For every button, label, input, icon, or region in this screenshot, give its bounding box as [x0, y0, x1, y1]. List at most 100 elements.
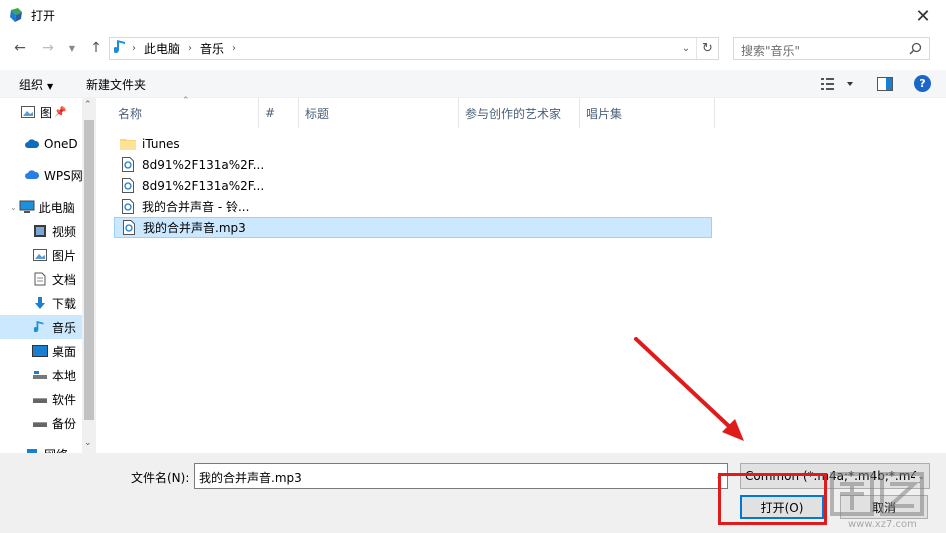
recent-locations-button[interactable]: ▼ — [62, 38, 82, 58]
drive-icon — [32, 391, 48, 407]
column-header-album[interactable]: 唱片集 — [580, 98, 715, 128]
download-icon — [32, 295, 48, 311]
audio-file-icon — [120, 178, 136, 194]
organize-button[interactable]: 组织 ▼ — [19, 76, 53, 93]
network-icon — [24, 446, 40, 453]
column-header-number[interactable]: # — [259, 98, 299, 128]
organize-label: 组织 — [19, 78, 44, 92]
file-name: 8d91%2F131a%2F... — [142, 178, 265, 193]
arrow-up-icon: ↑ — [90, 40, 102, 56]
file-row[interactable]: 8d91%2F131a%2F... — [114, 175, 712, 196]
arrow-right-icon: → — [42, 40, 54, 56]
breadcrumb-separator: › — [232, 43, 237, 54]
view-options-icon[interactable] — [820, 77, 856, 91]
sidebar-item-music[interactable]: 音乐 — [0, 315, 82, 339]
file-name: 8d91%2F131a%2F... — [142, 157, 265, 172]
scroll-up-icon[interactable]: ⌃ — [84, 100, 92, 110]
cancel-button[interactable]: 取消 — [840, 495, 928, 519]
video-icon — [32, 223, 48, 239]
file-row[interactable]: 我的合并声音 - 铃... — [114, 196, 712, 217]
sidebar-item-label: 网络 — [44, 446, 68, 454]
picture-icon — [32, 247, 48, 263]
sidebar-item-label: OneD — [44, 137, 78, 151]
window-title: 打开 — [31, 9, 56, 23]
chevron-down-icon[interactable]: ⌄ — [715, 472, 723, 482]
sidebar-item-label: WPS网 — [44, 168, 83, 183]
chevron-down-icon: ▼ — [68, 43, 76, 53]
filetype-select[interactable]: Common (*.m4a;*.m4b;*.m4p ⌄ — [740, 463, 930, 489]
sort-ascending-icon: ⌃ — [182, 96, 190, 106]
sidebar-item-label: 文档 — [52, 272, 77, 287]
sidebar-item-label: 下载 — [52, 296, 77, 311]
file-name: iTunes — [142, 136, 180, 151]
command-bar: 组织 ▼ 新建文件夹 — [0, 70, 946, 98]
chevron-down-icon: ⌄ — [915, 472, 925, 482]
desktop-icon — [32, 343, 48, 359]
sidebar-item-label: 软件 — [52, 392, 77, 407]
file-name: 我的合并声音.mp3 — [143, 221, 246, 235]
chevron-down-icon: ⌄ — [681, 43, 691, 54]
app-icon — [10, 8, 22, 22]
music-icon — [110, 39, 128, 58]
folder-icon — [120, 136, 136, 152]
breadcrumb-this-pc[interactable]: 此电脑 — [140, 40, 184, 57]
pin-icon: 📌 — [54, 106, 67, 118]
refresh-button[interactable]: ↻ — [696, 38, 718, 59]
file-row-selected[interactable]: 我的合并声音.mp3 — [114, 217, 712, 238]
close-icon: ✕ — [915, 5, 931, 27]
sidebar-item-this-pc[interactable]: ⌄ 此电脑 — [10, 195, 92, 219]
filename-value: 我的合并声音.mp3 — [199, 471, 302, 485]
search-icon — [909, 42, 922, 55]
new-folder-button[interactable]: 新建文件夹 — [86, 76, 146, 93]
search-placeholder: 搜索"音乐" — [741, 44, 801, 58]
address-dropdown[interactable]: ⌄ — [676, 38, 696, 59]
sidebar-item-label: 视频 — [52, 224, 77, 239]
filename-input[interactable]: 我的合并声音.mp3 ⌄ — [194, 463, 728, 489]
caret-down-icon: ▼ — [47, 82, 54, 91]
watermark-url: www.xz7.com — [848, 519, 917, 530]
search-input[interactable]: 搜索"音乐" — [733, 37, 930, 60]
filetype-value: Common (*.m4a;*.m4b;*.m4p — [745, 469, 926, 483]
cloud-icon — [24, 136, 40, 152]
address-bar[interactable]: › 此电脑 › 音乐 › ⌄ ↻ — [109, 37, 719, 60]
preview-pane-icon[interactable] — [877, 77, 893, 91]
chevron-down-icon: ⌄ — [10, 202, 17, 212]
sidebar-item-label: 此电脑 — [38, 200, 75, 215]
picture-icon — [20, 104, 36, 120]
scroll-down-icon[interactable]: ⌄ — [84, 438, 92, 448]
help-icon[interactable]: ? — [914, 75, 931, 92]
audio-file-icon — [120, 199, 136, 215]
document-icon — [32, 271, 48, 287]
sidebar-item-label: 本地 — [52, 368, 77, 383]
column-header-artist[interactable]: 参与创作的艺术家 — [459, 98, 580, 128]
up-button[interactable]: ↑ — [86, 38, 106, 58]
open-button[interactable]: 打开(O) — [740, 495, 824, 519]
sidebar-item-label: 音乐 — [52, 320, 77, 335]
audio-file-icon — [121, 220, 137, 236]
audio-file-icon — [120, 157, 136, 173]
breadcrumb-separator: › — [188, 43, 193, 54]
column-header-title[interactable]: 标题 — [299, 98, 459, 128]
arrow-left-icon: ← — [14, 40, 26, 56]
music-icon — [32, 319, 48, 335]
breadcrumb-separator: › — [132, 43, 136, 54]
back-button[interactable]: ← — [10, 38, 30, 58]
breadcrumb-music[interactable]: 音乐 — [196, 40, 228, 57]
sidebar-item-label: 图 — [40, 105, 53, 120]
file-row[interactable]: 8d91%2F131a%2F... — [114, 154, 712, 175]
title-bar: 打开 ✕ — [0, 0, 946, 32]
sidebar-scroll-thumb[interactable] — [84, 120, 94, 420]
computer-icon — [19, 199, 35, 215]
refresh-icon: ↻ — [702, 41, 713, 56]
sidebar-item-label: 桌面 — [52, 344, 77, 359]
filename-label: 文件名(N): — [131, 471, 190, 485]
drive-icon — [32, 415, 48, 431]
file-name: 我的合并声音 - 铃... — [142, 200, 250, 214]
sidebar-item-label: 图片 — [52, 248, 77, 263]
file-row-itunes[interactable]: iTunes — [114, 133, 712, 154]
sidebar-item-label: 备份 — [52, 416, 77, 431]
drive-icon — [32, 367, 48, 383]
cloud-icon — [24, 167, 40, 183]
forward-button[interactable]: → — [38, 38, 58, 58]
close-button[interactable]: ✕ — [900, 0, 946, 32]
